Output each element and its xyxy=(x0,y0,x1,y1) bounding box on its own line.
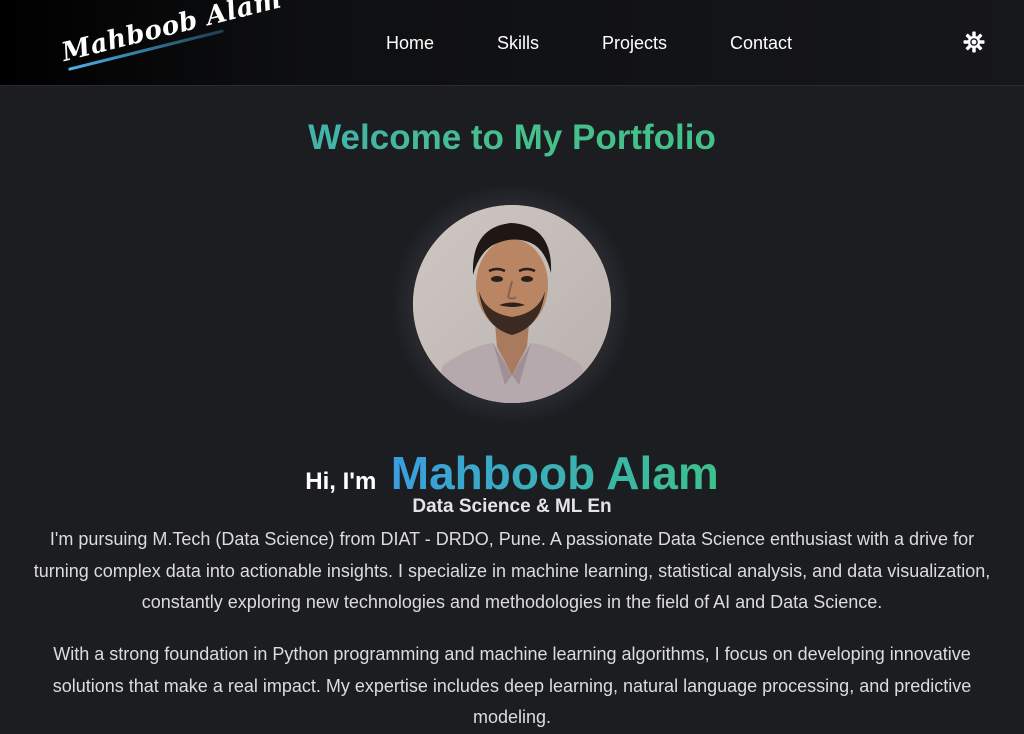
intro-paragraph-1: I'm pursuing M.Tech (Data Science) from … xyxy=(33,529,991,612)
nav-link-contact[interactable]: Contact xyxy=(730,33,792,54)
greeting-text: Hi, I'm xyxy=(305,468,377,495)
profile-photo-image xyxy=(413,205,611,403)
nav-link-skills[interactable]: Skills xyxy=(497,33,539,54)
nav-link-projects[interactable]: Projects xyxy=(602,33,667,54)
profile-photo xyxy=(413,205,611,403)
greeting-line: Hi, I'm Mahboob Alam xyxy=(0,446,1024,500)
hero-name: Mahboob Alam xyxy=(390,447,719,499)
intro-paragraph-2: With a strong foundation in Python progr… xyxy=(52,644,972,727)
navbar: Mahboob Alam Home Skills Projects Contac… xyxy=(0,0,1024,86)
sun-gear-icon xyxy=(963,31,985,53)
nav-links: Home Skills Projects Contact xyxy=(0,0,1024,86)
nav-link-home[interactable]: Home xyxy=(386,33,434,54)
role-subtitle: Data Science & ML En xyxy=(412,496,612,517)
theme-toggle-button[interactable] xyxy=(962,30,986,54)
welcome-heading: Welcome to My Portfolio xyxy=(0,118,1024,158)
